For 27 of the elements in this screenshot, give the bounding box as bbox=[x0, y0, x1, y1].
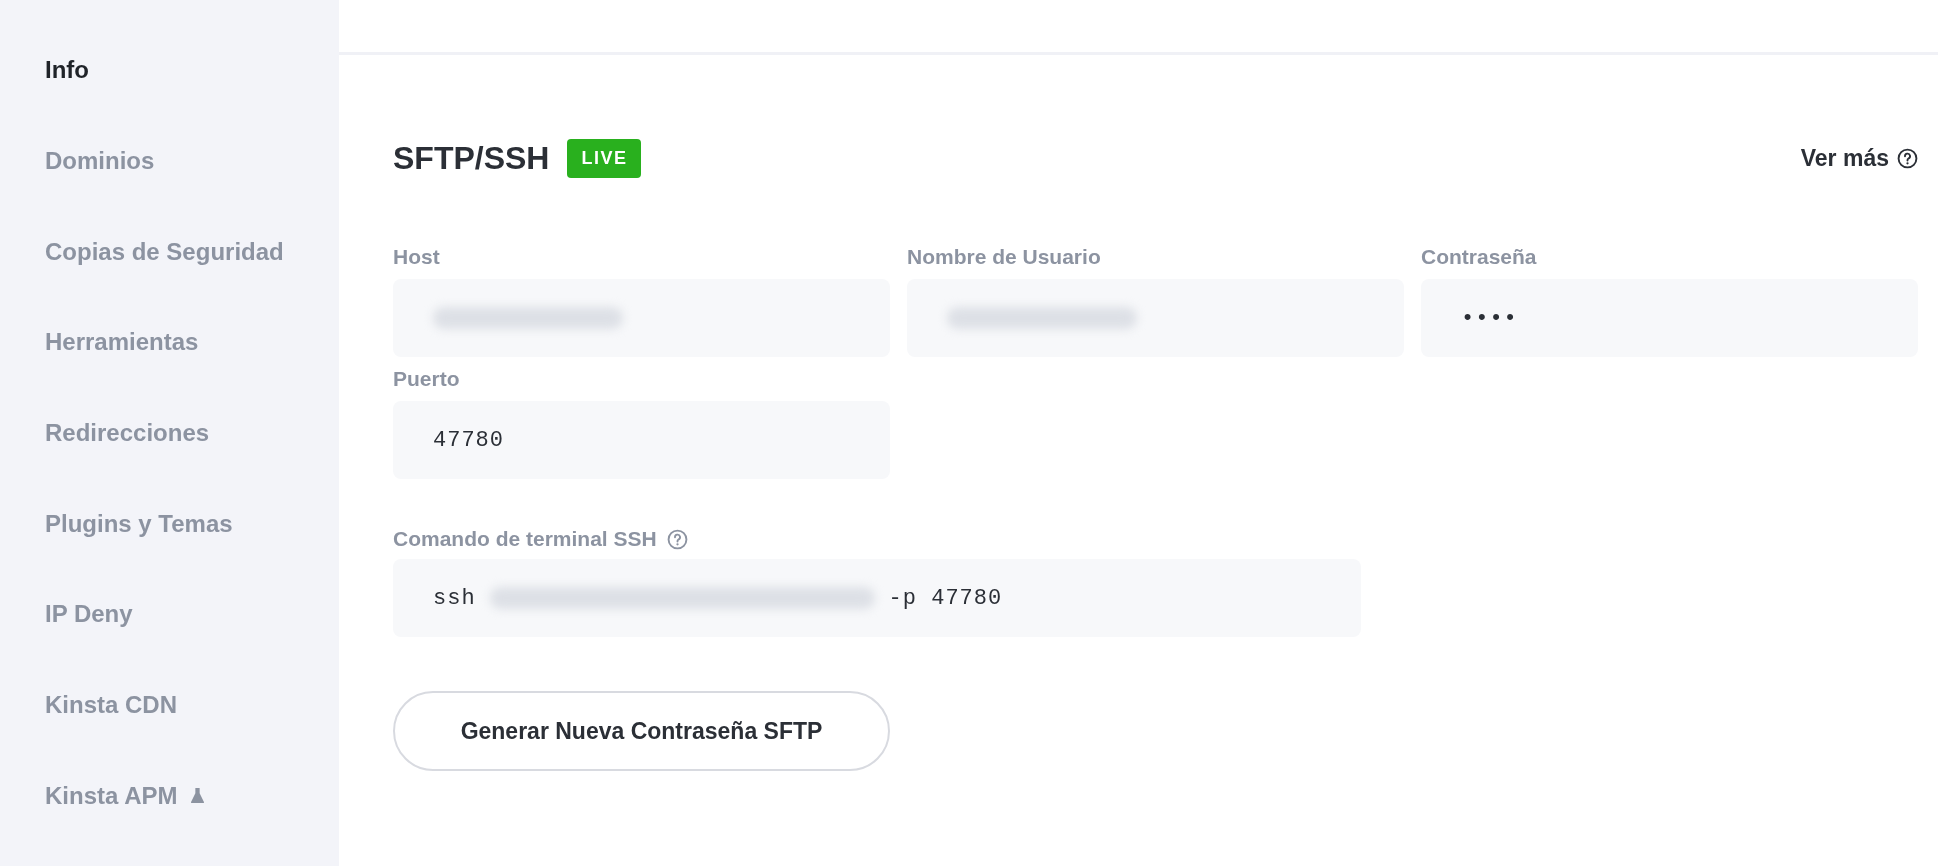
command-text: ssh bbox=[433, 585, 476, 611]
sidebar-item[interactable]: IP Deny bbox=[0, 569, 339, 660]
field-label: Comando de terminal SSH bbox=[393, 527, 657, 551]
flask-icon bbox=[191, 788, 205, 804]
more-link[interactable]: Ver más bbox=[1800, 144, 1889, 172]
generate-password-button[interactable]: Generar Nueva Contraseña SFTP bbox=[393, 691, 890, 771]
command-text: -p 47780 bbox=[888, 585, 1003, 611]
field-label: Contraseña bbox=[1421, 245, 1538, 269]
sidebar-item[interactable]: Herramientas bbox=[0, 297, 339, 388]
field-label: Host bbox=[393, 245, 441, 269]
input-field[interactable]: •••• bbox=[1421, 279, 1918, 357]
input-field[interactable] bbox=[393, 279, 890, 357]
input-field[interactable] bbox=[907, 279, 1404, 357]
sidebar-item[interactable]: Copias de Seguridad bbox=[0, 206, 339, 297]
command-field[interactable]: ssh -p 47780 bbox=[393, 559, 1361, 637]
live-badge: LIVE bbox=[567, 138, 642, 178]
sidebar-item[interactable]: Kinsta APM bbox=[0, 750, 339, 842]
input-field[interactable]: 47780 bbox=[393, 401, 890, 479]
sidebar-item[interactable]: Plugins y Temas bbox=[0, 478, 339, 570]
field-label: Nombre de Usuario bbox=[907, 245, 1102, 269]
field-label: Puerto bbox=[393, 367, 461, 391]
sidebar-item[interactable]: Dominios bbox=[0, 115, 339, 207]
section-title: SFTP/SSH bbox=[393, 139, 550, 177]
sidebar-item[interactable]: Info bbox=[0, 25, 339, 116]
sidebar-item[interactable]: Redirecciones bbox=[0, 387, 339, 479]
sidebar-item[interactable]: Kinsta CDN bbox=[0, 659, 339, 751]
help-icon[interactable] bbox=[1897, 147, 1918, 169]
